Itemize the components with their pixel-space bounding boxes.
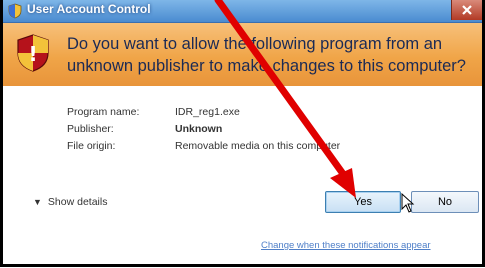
mouse-cursor-icon: [401, 193, 415, 213]
show-details-toggle[interactable]: ▼ Show details: [33, 196, 107, 208]
publisher-row: Publisher: Unknown: [67, 123, 222, 135]
program-name-value: IDR_reg1.exe: [175, 106, 240, 118]
file-origin-label: File origin:: [67, 140, 116, 152]
prompt-question: Do you want to allow the following progr…: [67, 35, 466, 75]
warning-shield-icon: !: [17, 34, 49, 72]
close-button[interactable]: [451, 0, 482, 20]
uac-dialog: User Account Control ! Do you want to al…: [0, 0, 485, 267]
dialog-content: Program name: IDR_reg1.exe Publisher: Unkn…: [3, 86, 482, 264]
no-button[interactable]: No: [411, 191, 479, 213]
change-notifications-link[interactable]: Change when these notifications appear: [261, 240, 431, 251]
close-icon: [462, 5, 472, 15]
svg-text:!: !: [28, 42, 37, 66]
warning-banner: ! Do you want to allow the following pro…: [3, 23, 482, 86]
chevron-down-icon: ▼: [33, 197, 42, 207]
program-name-row: Program name: IDR_reg1.exe: [67, 106, 240, 118]
show-details-label: Show details: [47, 196, 108, 208]
program-name-label: Program name:: [67, 106, 140, 118]
yes-button[interactable]: Yes: [325, 191, 401, 213]
title-bar: User Account Control: [3, 0, 482, 23]
file-origin-row: File origin: Removable media on this comp…: [67, 140, 340, 152]
uac-shield-icon: [8, 3, 22, 19]
publisher-label: Publisher:: [67, 123, 114, 135]
window-title: User Account Control: [27, 2, 151, 16]
publisher-value: Unknown: [175, 123, 223, 135]
file-origin-value: Removable media on this computer: [175, 140, 341, 152]
